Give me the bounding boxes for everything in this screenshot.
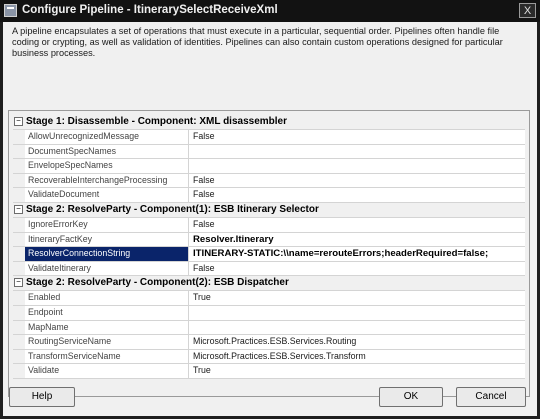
collapse-toggle-icon[interactable]: − xyxy=(14,117,23,126)
cancel-button[interactable]: Cancel xyxy=(456,387,526,407)
property-value[interactable] xyxy=(190,306,525,320)
dialog-client-area: A pipeline encapsulates a set of operati… xyxy=(3,22,537,416)
property-row[interactable]: AllowUnrecognizedMessage False xyxy=(13,130,525,145)
property-row[interactable]: DocumentSpecNames xyxy=(13,144,525,160)
pipeline-app-icon xyxy=(4,4,17,17)
property-name[interactable]: Validate xyxy=(25,364,189,378)
property-value[interactable] xyxy=(190,321,525,335)
property-value[interactable]: Microsoft.Practices.ESB.Services.Routing xyxy=(190,335,525,349)
property-value[interactable]: ITINERARY-STATIC:\\name=rerouteErrors;he… xyxy=(190,247,525,261)
property-name[interactable]: MapName xyxy=(25,320,189,335)
property-row[interactable]: ItineraryFactKey Resolver.Itinerary xyxy=(13,232,525,248)
help-button[interactable]: Help xyxy=(9,387,75,407)
category-row-stage1-disassemble[interactable]: − Stage 1: Disassemble - Component: XML … xyxy=(13,115,525,130)
category-label: Stage 2: ResolveParty - Component(2): ES… xyxy=(26,277,289,289)
ok-button[interactable]: OK xyxy=(379,387,443,407)
property-row[interactable]: IgnoreErrorKey False xyxy=(13,217,525,233)
property-value[interactable]: False xyxy=(190,130,525,144)
property-row[interactable]: ValidateItinerary False xyxy=(13,261,525,277)
property-name[interactable]: ValidateDocument xyxy=(25,188,189,202)
property-value[interactable] xyxy=(190,159,525,173)
property-name[interactable]: Enabled xyxy=(25,291,189,305)
category-label: Stage 1: Disassemble - Component: XML di… xyxy=(26,116,288,127)
property-value[interactable]: False xyxy=(190,262,525,276)
property-name[interactable]: AllowUnrecognizedMessage xyxy=(25,130,189,144)
property-grid-frame: − Stage 1: Disassemble - Component: XML … xyxy=(8,110,530,397)
property-value[interactable]: Resolver.Itinerary xyxy=(190,233,525,247)
property-name[interactable]: ItineraryFactKey xyxy=(25,232,189,247)
property-value[interactable]: False xyxy=(190,174,525,188)
collapse-toggle-icon[interactable]: − xyxy=(14,278,23,288)
property-value[interactable]: Microsoft.Practices.ESB.Services.Transfo… xyxy=(190,350,525,364)
collapse-toggle-icon[interactable]: − xyxy=(14,204,23,214)
property-name[interactable]: IgnoreErrorKey xyxy=(25,217,189,232)
property-value[interactable]: True xyxy=(190,291,525,305)
window-title: Configure Pipeline - ItinerarySelectRece… xyxy=(22,4,278,16)
category-row-stage2-dispatcher[interactable]: − Stage 2: ResolveParty - Component(2): … xyxy=(13,276,525,292)
pipeline-description: A pipeline encapsulates a set of operati… xyxy=(12,26,503,59)
property-name[interactable]: ResolverConnectionString xyxy=(25,247,189,261)
property-name[interactable]: EnvelopeSpecNames xyxy=(25,159,189,173)
property-row-selected[interactable]: ResolverConnectionString ITINERARY-STATI… xyxy=(13,247,525,262)
property-row[interactable]: Endpoint xyxy=(13,305,525,321)
property-value[interactable] xyxy=(190,145,525,159)
property-row[interactable]: TransformServiceName Microsoft.Practices… xyxy=(13,349,525,365)
title-bar[interactable]: Configure Pipeline - ItinerarySelectRece… xyxy=(0,0,540,22)
property-name[interactable]: RecoverableInterchangeProcessing xyxy=(25,173,189,188)
property-value[interactable]: False xyxy=(190,218,525,232)
property-row[interactable]: MapName xyxy=(13,320,525,336)
dialog-window: Configure Pipeline - ItinerarySelectRece… xyxy=(0,0,540,419)
close-button[interactable]: X xyxy=(519,3,536,18)
property-row[interactable]: RecoverableInterchangeProcessing False xyxy=(13,173,525,189)
property-row[interactable]: Validate True xyxy=(13,364,525,379)
property-row[interactable]: ValidateDocument False xyxy=(13,188,525,203)
property-name[interactable]: DocumentSpecNames xyxy=(25,144,189,159)
property-row[interactable]: Enabled True xyxy=(13,291,525,306)
property-value[interactable]: True xyxy=(190,364,525,378)
property-name[interactable]: Endpoint xyxy=(25,305,189,320)
property-name[interactable]: RoutingServiceName xyxy=(25,335,189,349)
property-row[interactable]: RoutingServiceName Microsoft.Practices.E… xyxy=(13,335,525,350)
category-row-stage2-itinerary-selector[interactable]: − Stage 2: ResolveParty - Component(1): … xyxy=(13,202,525,218)
property-name[interactable]: ValidateItinerary xyxy=(25,261,189,276)
category-label: Stage 2: ResolveParty - Component(1): ES… xyxy=(26,203,319,215)
property-grid: − Stage 1: Disassemble - Component: XML … xyxy=(13,115,525,379)
property-name[interactable]: TransformServiceName xyxy=(25,349,189,364)
property-row[interactable]: EnvelopeSpecNames xyxy=(13,159,525,174)
property-value[interactable]: False xyxy=(190,188,525,202)
